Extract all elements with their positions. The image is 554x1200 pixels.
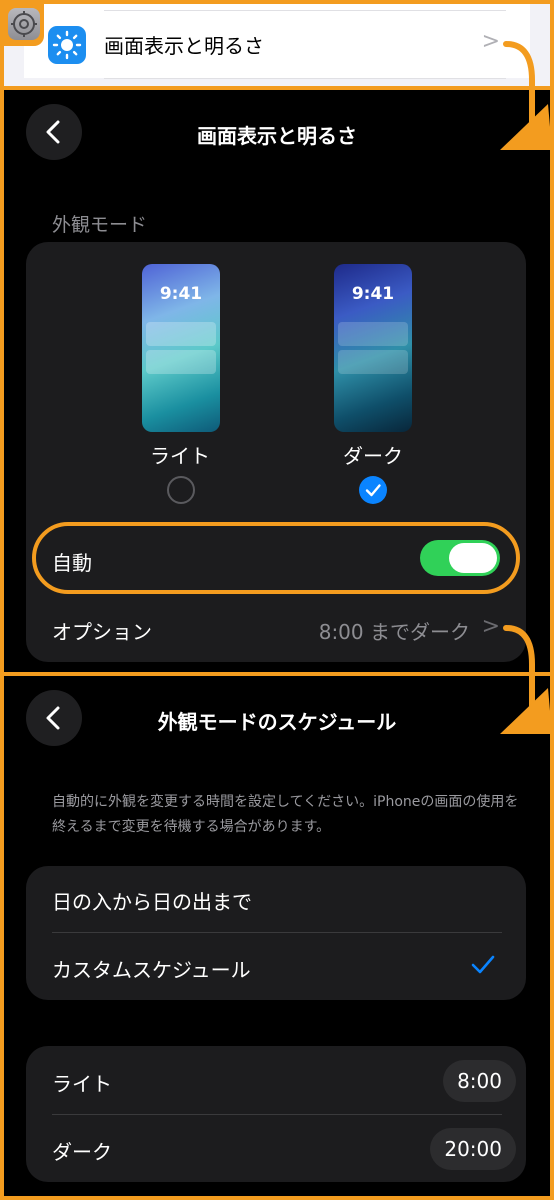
dark-time-picker[interactable]: 20:00 bbox=[430, 1128, 516, 1170]
appearance-schedule-panel: 外観モードのスケジュール 自動的に外観を変更する時間を設定してください。iPho… bbox=[4, 676, 550, 1196]
mode-option-custom[interactable]: カスタムスケジュール bbox=[52, 954, 251, 983]
dark-mode-radio[interactable] bbox=[359, 476, 387, 504]
dark-time-label: ダーク bbox=[52, 1140, 112, 1164]
row-separator bbox=[52, 932, 502, 933]
dark-mode-preview[interactable]: 9:41 bbox=[334, 264, 412, 432]
sun-icon bbox=[48, 26, 86, 64]
section-header-appearance: 外観モード bbox=[52, 214, 148, 236]
light-time-picker[interactable]: 8:00 bbox=[443, 1060, 516, 1102]
preview-clock: 9:41 bbox=[159, 284, 203, 304]
checkmark-icon bbox=[471, 955, 495, 974]
settings-row-label: 画面表示と明るさ bbox=[104, 34, 264, 58]
auto-label: 自動 bbox=[52, 551, 92, 575]
arrow-down-icon bbox=[500, 625, 552, 734]
light-mode-label: ライト bbox=[150, 444, 210, 468]
display-brightness-panel: 画面表示と明るさ 外観モード 9:41 ライト 9:41 ダーク 自動 オプショ… bbox=[4, 90, 550, 672]
light-mode-radio[interactable] bbox=[167, 476, 195, 504]
schedule-description: 自動的に外観を変更する時間を設定してください。iPhoneの画面の使用を終えるま… bbox=[52, 794, 519, 835]
row-separator bbox=[52, 1114, 502, 1115]
checkmark-icon bbox=[365, 484, 381, 497]
preview-widget bbox=[338, 322, 408, 346]
row-separator-top bbox=[104, 10, 506, 11]
preview-clock: 9:41 bbox=[351, 284, 395, 304]
toggle-knob bbox=[449, 543, 497, 573]
auto-toggle[interactable] bbox=[420, 540, 500, 576]
dark-mode-label: ダーク bbox=[343, 444, 403, 468]
options-label[interactable]: オプション bbox=[52, 616, 152, 645]
schedule-times-card: ライト 8:00 ダーク 20:00 bbox=[26, 1046, 526, 1182]
light-time-label: ライト bbox=[52, 1072, 112, 1096]
light-mode-preview[interactable]: 9:41 bbox=[142, 264, 220, 432]
preview-widget bbox=[146, 350, 216, 374]
mode-option-sunset-sunrise[interactable]: 日の入から日の出まで bbox=[52, 886, 252, 915]
preview-widget bbox=[338, 350, 408, 374]
gear-icon bbox=[8, 8, 40, 40]
settings-app-icon-highlight bbox=[4, 4, 44, 46]
schedule-mode-card: 日の入から日の出まで カスタムスケジュール bbox=[26, 866, 526, 1000]
appearance-card: 9:41 ライト 9:41 ダーク 自動 オプション 8:00 までダーク > bbox=[26, 242, 526, 662]
arrow-down-icon bbox=[500, 41, 552, 150]
preview-widget bbox=[146, 322, 216, 346]
